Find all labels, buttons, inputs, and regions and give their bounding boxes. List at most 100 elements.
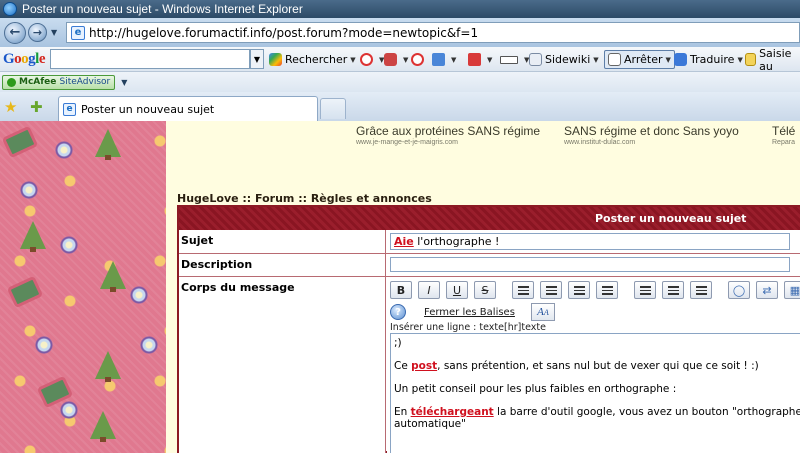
sidewiki-icon — [529, 53, 542, 66]
numbered-list-button[interactable] — [662, 281, 684, 299]
description-input[interactable] — [390, 257, 790, 272]
breadcrumb[interactable]: HugeLove :: Forum :: Règles et annonces — [177, 192, 432, 205]
spell-icon[interactable] — [411, 51, 427, 68]
description-label: Description — [179, 254, 386, 276]
window-titlebar: Poster un nouveau sujet - Windows Intern… — [0, 0, 800, 18]
table-button[interactable]: ▦ — [784, 281, 800, 299]
mcafee-toolbar: McAfee SiteAdvisor ▼ — [0, 72, 800, 92]
spellcheck-error[interactable]: Aie — [394, 235, 414, 248]
url-text: http://hugelove.forumactif.info/post.for… — [89, 25, 479, 40]
google-search-dropdown[interactable]: ▼ — [250, 49, 264, 69]
align-center-icon — [545, 285, 557, 295]
forward-button[interactable]: → — [28, 23, 47, 42]
google-toolbar: Google ▼ Rechercher ▼ ▼ ▼ ▼ ▼ ▼ Sidewiki ▼… — [0, 47, 800, 73]
google-search-input[interactable] — [50, 49, 250, 69]
editor-hint: Insérer une ligne : texte[hr]texte — [390, 322, 546, 333]
new-tab-button[interactable] — [320, 98, 346, 119]
tree-decoration — [100, 261, 126, 292]
history-dropdown-icon[interactable]: ▼ — [51, 28, 57, 37]
ornament-decoration — [20, 181, 38, 199]
numbered-list-icon — [667, 285, 679, 295]
code-icon: ⇄ — [762, 283, 772, 297]
traduire-button[interactable]: Traduire ▼ — [674, 51, 743, 68]
close-tags-link[interactable]: Fermer les Balises — [424, 307, 515, 318]
rechercher-button[interactable]: Rechercher ▼ — [269, 51, 356, 68]
new-topic-form: Poster un nouveau sujet Sujet Aie l'orth… — [177, 205, 800, 453]
tab-poster-nouveau-sujet[interactable]: e Poster un nouveau sujet — [58, 96, 318, 121]
arreter-button[interactable]: Arrêter ▼ — [604, 50, 675, 69]
tree-decoration — [90, 411, 116, 442]
spellcheck-error[interactable]: téléchargeant — [411, 406, 494, 418]
add-favorite-icon[interactable]: ✚ — [30, 98, 43, 116]
google-logo[interactable]: Google — [3, 51, 46, 68]
underline-button[interactable]: U — [446, 281, 468, 299]
favorites-star-icon[interactable]: ★ — [4, 98, 17, 116]
autofill-icon[interactable]: ▼ — [500, 51, 529, 68]
ornament-decoration — [140, 336, 158, 354]
translate-icon — [674, 53, 687, 66]
message-line: En téléchargeant la barre d'outil google… — [394, 406, 800, 418]
ornament-decoration — [35, 336, 53, 354]
abc-check-icon — [608, 53, 621, 66]
spellcheck-error[interactable]: post — [411, 360, 437, 372]
message-line: automatique" — [394, 418, 466, 430]
ornament-decoration — [60, 401, 78, 419]
sidewiki-button[interactable]: Sidewiki ▼ — [529, 51, 599, 68]
ad-link[interactable]: Grâce aux protéines SANS régime www.je-m… — [356, 124, 540, 146]
message-textarea[interactable]: ;) Ce post, sans prétention, et sans nul… — [390, 333, 800, 453]
description-row: Description — [179, 254, 800, 277]
tree-decoration — [20, 221, 46, 252]
form-header: Poster un nouveau sujet — [179, 207, 800, 230]
tree-decoration — [95, 129, 121, 160]
align-center-button[interactable] — [540, 281, 562, 299]
back-button[interactable]: ← — [4, 21, 26, 44]
justify-icon — [601, 285, 613, 295]
editor-toolbar-row2: ? Fermer les Balises AA — [390, 303, 555, 321]
pagerank-icon[interactable]: ▼ — [360, 51, 384, 68]
tree-decoration — [95, 351, 121, 382]
mcafee-siteadvisor-button[interactable]: McAfee SiteAdvisor — [2, 74, 116, 90]
help-icon[interactable]: ? — [390, 304, 406, 320]
autocomplete-icon — [745, 53, 757, 66]
page-icon: e — [71, 25, 85, 40]
ornament-decoration — [130, 286, 148, 304]
align-right-button[interactable] — [568, 281, 590, 299]
google-search-icon — [269, 53, 282, 66]
quote-button[interactable]: ◯ — [728, 281, 750, 299]
page-viewport: Grâce aux protéines SANS régime www.je-m… — [0, 121, 800, 453]
plus-icon[interactable]: ▼ — [432, 51, 456, 68]
ornament-decoration — [55, 141, 73, 159]
subject-label: Sujet — [179, 230, 386, 253]
ad-link[interactable]: Télé Repara — [772, 124, 795, 146]
editor-toolbar: B I U S ◯ ⇄ ▦ — [390, 280, 800, 300]
hr-button[interactable] — [690, 281, 712, 299]
page-content: Grâce aux protéines SANS régime www.je-m… — [166, 121, 800, 453]
saisie-button[interactable]: Saisie au — [745, 47, 800, 73]
popup-blocker-icon[interactable]: ▼ — [468, 51, 492, 68]
mcafee-dropdown-icon[interactable]: ▼ — [121, 78, 127, 87]
shield-check-icon — [7, 77, 16, 87]
align-left-icon — [517, 285, 529, 295]
justify-button[interactable] — [596, 281, 618, 299]
align-right-icon — [573, 285, 585, 295]
cookie-decoration — [1, 125, 39, 159]
window-title: Poster un nouveau sujet - Windows Intern… — [22, 2, 303, 16]
message-line: Ce post, sans prétention, et sans nul bu… — [394, 360, 759, 372]
subject-input[interactable]: Aie l'orthographe ! — [390, 233, 790, 250]
horizontal-rule-icon — [695, 285, 707, 295]
font-button[interactable]: AA — [530, 303, 555, 321]
italic-button[interactable]: I — [418, 281, 440, 299]
body-label: Corps du message — [179, 277, 386, 453]
bold-button[interactable]: B — [390, 281, 412, 299]
bookmarks-icon[interactable]: ▼ — [384, 51, 408, 68]
code-button[interactable]: ⇄ — [756, 281, 778, 299]
address-input[interactable]: e http://hugelove.forumactif.info/post.f… — [66, 22, 800, 43]
bullet-list-button[interactable] — [634, 281, 656, 299]
align-left-button[interactable] — [512, 281, 534, 299]
ad-link[interactable]: SANS régime et donc Sans yoyo www.instit… — [564, 124, 739, 146]
strike-button[interactable]: S — [474, 281, 496, 299]
page-icon: e — [63, 102, 76, 116]
ornament-decoration — [60, 236, 78, 254]
decorative-background — [0, 121, 166, 453]
table-icon: ▦ — [789, 283, 800, 297]
